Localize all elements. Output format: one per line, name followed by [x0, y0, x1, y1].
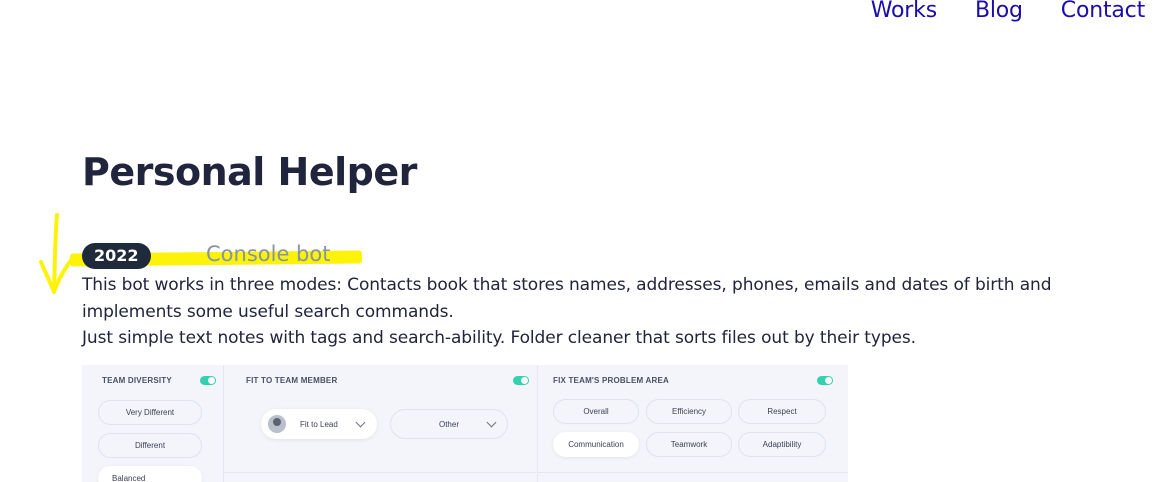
team-diversity-panel: TEAM DIVERSITY Very Different Different …	[82, 365, 222, 482]
top-nav: Works Blog Contact	[871, 0, 1145, 23]
option-efficiency: Efficiency	[646, 399, 732, 424]
nav-link-blog[interactable]: Blog	[975, 0, 1023, 23]
divider	[538, 472, 848, 473]
description-line-1: This bot works in three modes: Contacts …	[82, 275, 1052, 322]
fit-to-team-member-heading: FIT TO TEAM MEMBER	[246, 376, 338, 385]
option-overall: Overall	[553, 399, 639, 424]
down-arrow-annotation-icon	[39, 213, 75, 294]
option-balanced: Balanced	[98, 466, 202, 482]
fix-team-problem-area-panel: FIX TEAM'S PROBLEM AREA Overall Efficien…	[537, 365, 848, 482]
option-adaptibility: Adaptibility	[738, 432, 826, 457]
option-very-different: Very Different	[98, 400, 202, 425]
divider	[224, 472, 536, 473]
avatar	[268, 415, 286, 433]
option-teamwork: Teamwork	[646, 432, 732, 457]
chevron-down-icon	[355, 417, 366, 428]
other-dropdown: Other	[390, 409, 508, 439]
team-diversity-toggle-icon	[200, 376, 216, 385]
project-type: Console bot	[206, 242, 331, 266]
fix-team-problem-area-heading: FIX TEAM'S PROBLEM AREA	[553, 376, 669, 385]
nav-link-contact[interactable]: Contact	[1061, 0, 1145, 23]
year-badge: 2022	[82, 243, 151, 269]
option-different: Different	[98, 433, 202, 458]
nav-link-works[interactable]: Works	[871, 0, 937, 23]
option-respect: Respect	[738, 399, 826, 424]
project-description: This bot works in three modes: Contacts …	[82, 272, 1082, 352]
fit-to-team-member-toggle-icon	[513, 376, 529, 385]
fit-to-team-member-panel: FIT TO TEAM MEMBER Fit to Lead Other	[223, 365, 536, 482]
other-label: Other	[438, 419, 459, 429]
description-line-2: Just simple text notes with tags and sea…	[82, 328, 916, 348]
team-diversity-heading: TEAM DIVERSITY	[102, 376, 172, 385]
project-preview-image: TEAM DIVERSITY Very Different Different …	[82, 365, 848, 482]
option-communication: Communication	[553, 432, 639, 457]
chevron-down-icon	[486, 417, 497, 428]
fit-to-lead-label: Fit to Lead	[300, 419, 338, 429]
fix-team-problem-area-toggle-icon	[817, 376, 833, 385]
fit-to-lead-dropdown: Fit to Lead	[261, 409, 377, 439]
project-title: Personal Helper	[82, 150, 417, 194]
